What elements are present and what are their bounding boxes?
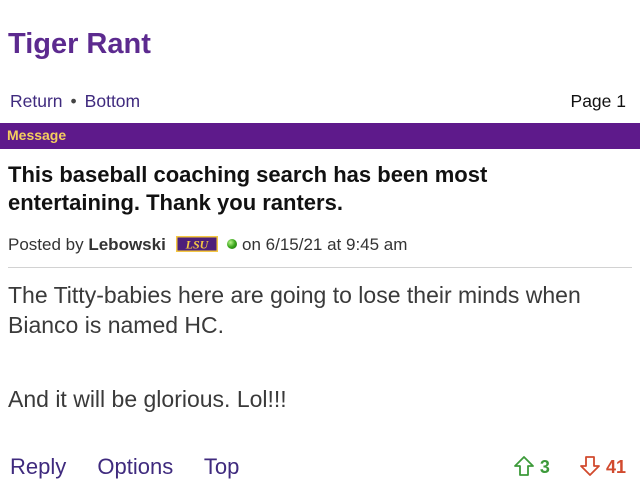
- nav-separator: •: [70, 91, 77, 111]
- page-indicator: Page 1: [570, 91, 626, 111]
- options-link[interactable]: Options: [97, 454, 173, 479]
- bottom-link[interactable]: Bottom: [85, 91, 140, 111]
- downvote-count: 41: [605, 457, 626, 477]
- divider: [8, 267, 632, 268]
- online-dot-icon: [227, 239, 238, 249]
- upvote-count: 3: [539, 457, 550, 477]
- lsu-badge-text: LSU: [184, 238, 209, 252]
- posted-by-label: Posted by: [8, 235, 84, 254]
- return-link[interactable]: Return: [10, 91, 63, 111]
- arrow-down-icon: [580, 456, 600, 476]
- upvote-button[interactable]: 3: [513, 452, 550, 482]
- post-body: The Titty-babies here are going to lose …: [8, 280, 632, 414]
- downvote-button[interactable]: 41: [579, 452, 626, 482]
- thread-title: This baseball coaching search has been m…: [8, 162, 488, 215]
- top-nav: Return • Bottom Page 1: [10, 90, 626, 112]
- arrow-up-icon: [514, 456, 534, 476]
- message-header-label: Message: [7, 127, 67, 143]
- post-paragraph: And it will be glorious. Lol!!!: [8, 386, 287, 412]
- reply-link[interactable]: Reply: [10, 454, 66, 479]
- post-paragraph: The Titty-babies here are going to lose …: [8, 282, 581, 338]
- message-header-bar: Message: [0, 123, 640, 149]
- forum-title: Tiger Rant: [8, 28, 151, 60]
- post-timestamp: on 6/15/21 at 9:45 am: [242, 235, 408, 254]
- post-meta: Posted by Lebowski LSU on 6/15/21 at 9:4…: [8, 235, 407, 257]
- vote-controls: 3 41: [513, 452, 626, 482]
- lsu-badge-icon: LSU: [175, 236, 218, 257]
- post-actions: Reply Options Top 3 41: [10, 452, 626, 482]
- top-link[interactable]: Top: [204, 454, 239, 479]
- author-name[interactable]: Lebowski: [88, 235, 165, 254]
